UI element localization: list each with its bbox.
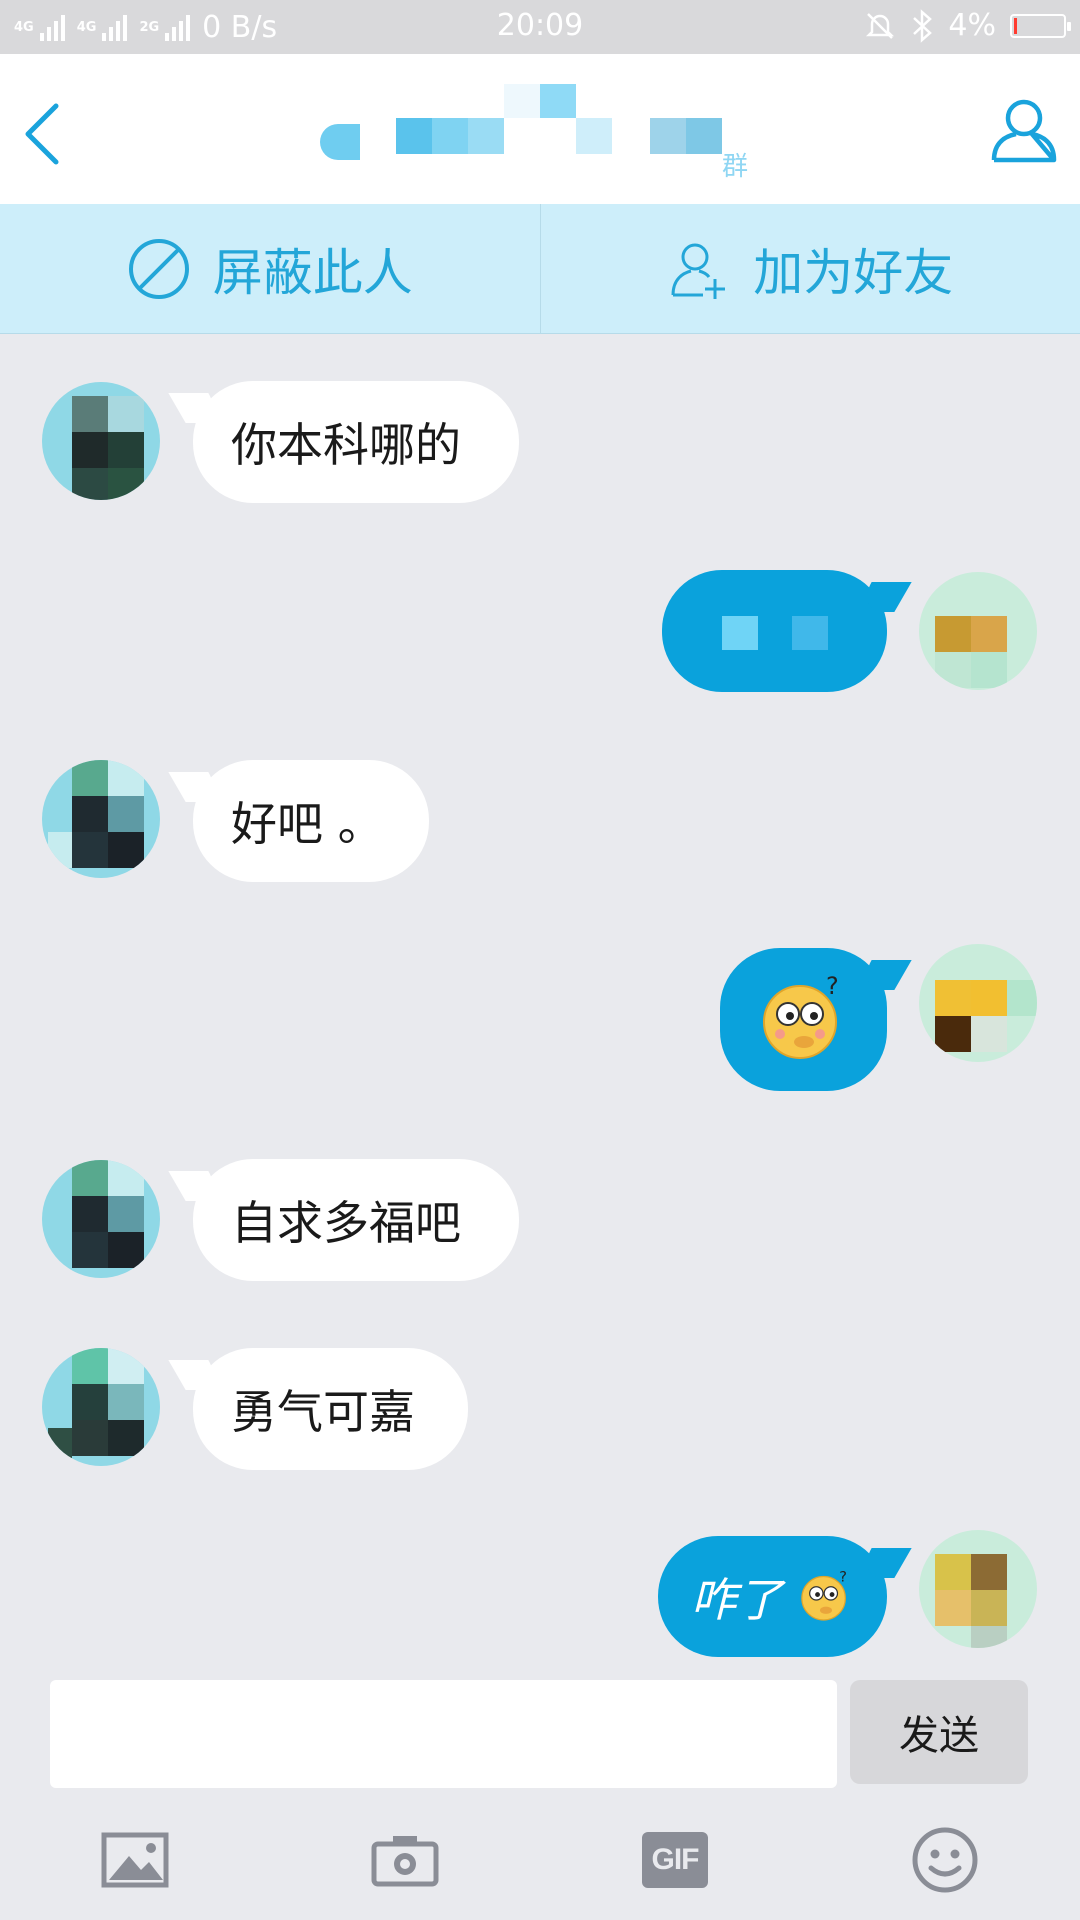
gif-icon: GIF (642, 1832, 708, 1888)
message-input[interactable] (50, 1680, 837, 1788)
avatar-self[interactable] (919, 944, 1037, 1062)
avatar[interactable] (42, 1348, 160, 1466)
pixelated-text (792, 616, 828, 650)
status-bar: 4G 4G 2G 0 B/s 20:09 4% (0, 0, 1080, 54)
pixelated-text (722, 616, 758, 650)
svg-text:?: ? (839, 1569, 847, 1585)
outgoing-message[interactable]: ? (720, 948, 887, 1091)
message-text: 好吧 。 (231, 797, 384, 851)
gif-label: GIF (651, 1843, 700, 1876)
composer-toolbar: GIF (0, 1800, 1080, 1920)
outgoing-message[interactable] (662, 570, 887, 692)
outgoing-message[interactable]: 咋了 ? (658, 1536, 887, 1657)
bluetooth-icon (913, 8, 933, 43)
avatar[interactable] (42, 760, 160, 878)
smiley-icon (912, 1827, 978, 1893)
add-friend-label: 加为好友 (753, 243, 954, 302)
message-text: 自求多福吧 (231, 1196, 461, 1250)
block-user-label: 屏蔽此人 (212, 243, 413, 302)
confused-face-emoji: ? (762, 972, 839, 1059)
mute-bell-icon (866, 12, 895, 39)
chevron-left-icon[interactable] (12, 94, 72, 174)
svg-text:?: ? (826, 972, 839, 1000)
gif-button[interactable]: GIF (635, 1820, 715, 1900)
camera-icon (371, 1836, 439, 1887)
user-icon[interactable] (988, 94, 1060, 166)
stranger-action-bar: 屏蔽此人 加为好友 (0, 204, 1080, 334)
chat-header: 群 (0, 54, 1080, 204)
message-text: 勇气可嘉 (231, 1385, 415, 1439)
block-icon (128, 238, 189, 299)
send-label: 发送 (899, 1713, 979, 1759)
incoming-message[interactable]: 自求多福吧 (193, 1159, 519, 1281)
add-user-icon (671, 243, 726, 299)
avatar-self[interactable] (919, 572, 1037, 690)
confused-face-emoji: ? (800, 1569, 847, 1621)
block-user-button[interactable]: 屏蔽此人 (0, 204, 541, 333)
chat-title-pixelated (320, 84, 750, 194)
message-text: 咋了 (690, 1572, 783, 1627)
message-text: 你本科哪的 (231, 418, 461, 472)
battery-icon (1010, 13, 1071, 38)
send-button[interactable]: 发送 (850, 1680, 1028, 1784)
chat-title-suffix: 群 (722, 152, 749, 182)
image-icon (101, 1832, 169, 1888)
composer: 发送 (0, 1680, 1080, 1790)
add-friend-button[interactable]: 加为好友 (541, 204, 1080, 333)
avatar[interactable] (42, 1160, 160, 1278)
image-button[interactable] (95, 1820, 175, 1900)
camera-button[interactable] (365, 1820, 445, 1900)
incoming-message[interactable]: 好吧 。 (193, 760, 429, 882)
incoming-message[interactable]: 你本科哪的 (193, 381, 519, 503)
incoming-message[interactable]: 勇气可嘉 (193, 1348, 468, 1470)
avatar[interactable] (42, 382, 160, 500)
avatar-self[interactable] (919, 1530, 1037, 1648)
emoji-button[interactable] (905, 1820, 985, 1900)
battery-percent: 4% (948, 8, 996, 43)
